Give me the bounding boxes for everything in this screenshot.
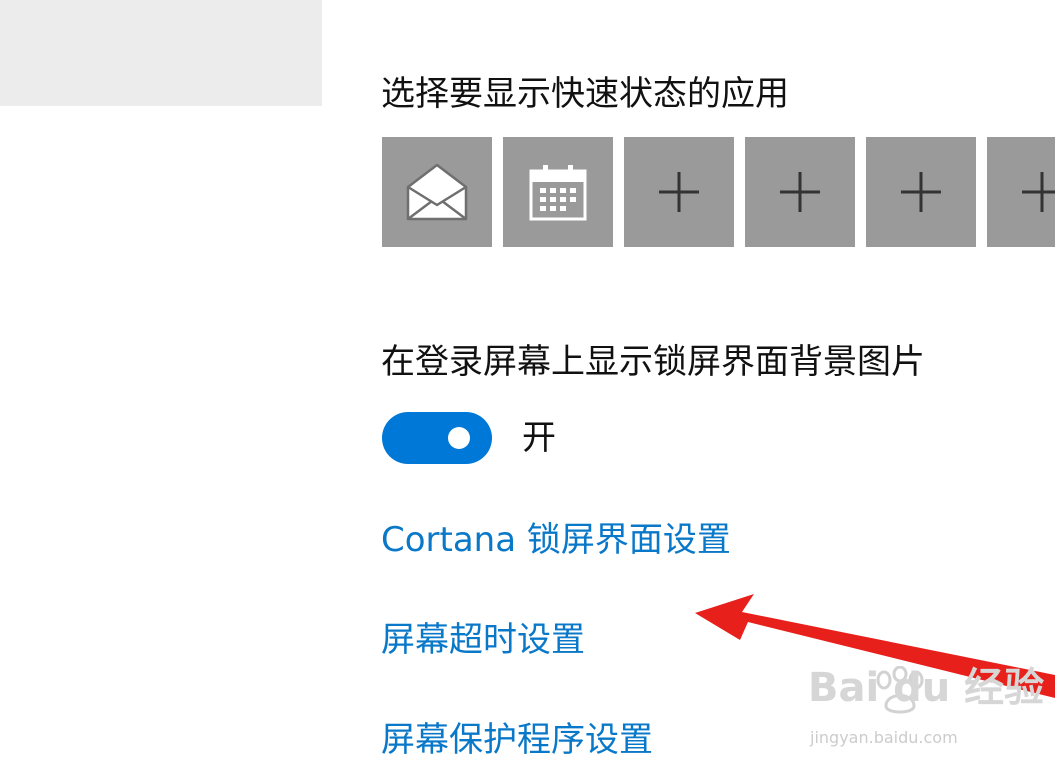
toggle-knob xyxy=(448,427,470,449)
plus-icon xyxy=(659,172,699,212)
lock-background-heading: 在登录屏幕上显示锁屏界面背景图片 xyxy=(381,342,925,382)
plus-icon xyxy=(1022,172,1055,212)
lock-background-toggle-row: 开 xyxy=(382,412,556,464)
add-app-tile[interactable] xyxy=(866,137,976,247)
watermark-logo-text: Bai du 经验 xyxy=(808,665,1045,711)
plus-icon xyxy=(901,172,941,212)
calendar-app-tile[interactable] xyxy=(503,137,613,247)
annotation-arrow xyxy=(695,594,1055,698)
add-app-tile[interactable] xyxy=(624,137,734,247)
cortana-lock-screen-settings-link[interactable]: Cortana 锁屏界面设置 xyxy=(381,518,731,562)
toggle-state-label: 开 xyxy=(522,418,556,458)
screen-saver-settings-link[interactable]: 屏幕保护程序设置 xyxy=(381,718,653,762)
mail-app-tile[interactable] xyxy=(382,137,492,247)
add-app-tile[interactable] xyxy=(745,137,855,247)
plus-icon xyxy=(780,172,820,212)
watermark-url: jingyan.baidu.com xyxy=(810,728,958,747)
quick-status-tiles xyxy=(382,137,1055,247)
mail-icon xyxy=(406,163,468,221)
lock-background-toggle[interactable] xyxy=(382,412,492,464)
add-app-tile[interactable] xyxy=(987,137,1055,247)
calendar-icon xyxy=(529,165,587,221)
side-panel xyxy=(0,0,322,106)
screen-timeout-settings-link[interactable]: 屏幕超时设置 xyxy=(381,618,585,662)
baidu-jingyan-watermark: Bai du 经验 jingyan.baidu.com xyxy=(808,664,1048,764)
quick-status-heading: 选择要显示快速状态的应用 xyxy=(381,74,789,114)
